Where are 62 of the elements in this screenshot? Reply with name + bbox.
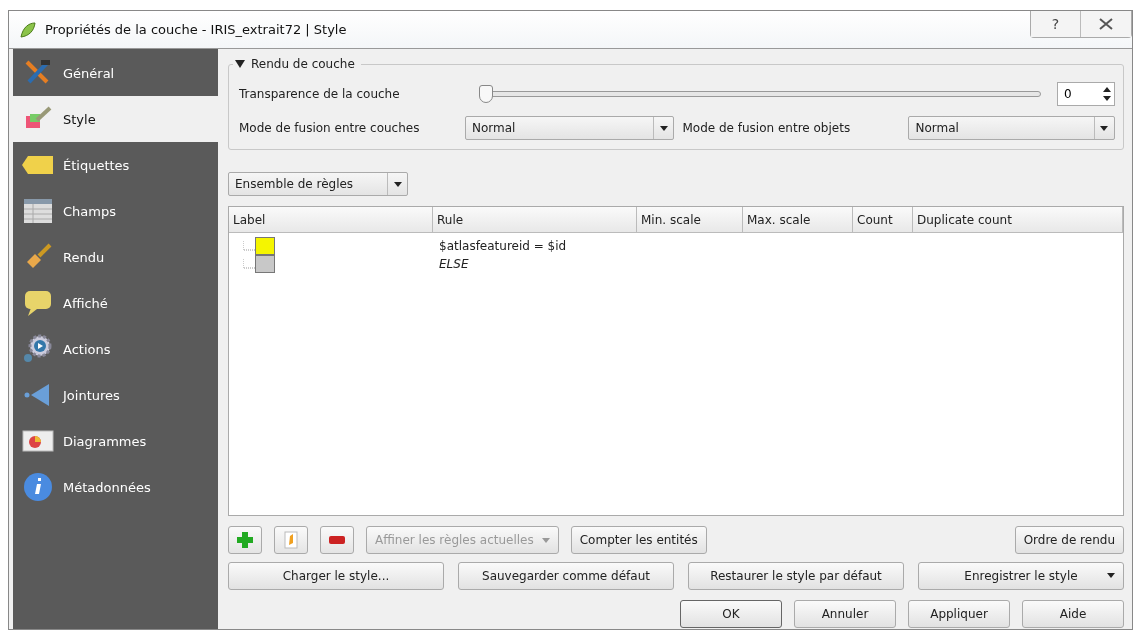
dropdown[interactable]: Normal bbox=[908, 116, 1115, 140]
sidebar-item[interactable]: Métadonnées bbox=[13, 464, 218, 510]
color-swatch[interactable] bbox=[255, 255, 275, 273]
edit-button[interactable] bbox=[274, 526, 308, 554]
window-title: Propriétés de la couche - IRIS_extrait72 | Style bbox=[45, 22, 347, 37]
sidebar-item[interactable]: Actions bbox=[13, 326, 218, 372]
close-icon[interactable] bbox=[1099, 18, 1113, 30]
tag-icon bbox=[21, 155, 55, 175]
dropdown[interactable]: Normal bbox=[465, 116, 675, 140]
tree-line-icon bbox=[243, 259, 255, 269]
column-header[interactable]: Rule bbox=[433, 207, 637, 232]
caret-icon bbox=[1100, 125, 1109, 131]
pencil-icon bbox=[284, 531, 298, 549]
column-header[interactable]: Count bbox=[853, 207, 913, 232]
info-icon bbox=[21, 472, 55, 502]
count-features-button[interactable]: Compter les entités bbox=[570, 526, 707, 554]
sidebar-item[interactable]: Affiché bbox=[13, 280, 218, 326]
caret-icon bbox=[1107, 573, 1115, 578]
style-button[interactable]: Sauvegarder comme défaut bbox=[458, 562, 674, 590]
dialog-button[interactable]: OK bbox=[680, 600, 782, 628]
minus-icon bbox=[329, 536, 345, 544]
dialog-button[interactable]: Annuler bbox=[794, 600, 896, 628]
render-order-button[interactable]: Ordre de rendu bbox=[1014, 526, 1124, 554]
chart-icon bbox=[21, 430, 55, 452]
caret-icon bbox=[659, 125, 668, 131]
field-label: Transparence de la couche bbox=[239, 87, 401, 101]
rule-cell-text: $atlasfeatureid = $id bbox=[438, 239, 567, 253]
column-header[interactable]: Max. scale bbox=[743, 207, 853, 232]
sidebar-item[interactable]: Rendu bbox=[13, 234, 218, 280]
dropdown[interactable]: Ensemble de règles bbox=[228, 172, 408, 196]
caret-icon bbox=[541, 537, 550, 543]
leaf-icon bbox=[19, 20, 37, 39]
remove-button[interactable] bbox=[320, 526, 354, 554]
table-icon bbox=[21, 198, 55, 224]
collapse-icon[interactable] bbox=[235, 60, 245, 68]
field-label: Mode de fusion entre couches bbox=[239, 121, 421, 135]
sidebar-item[interactable]: Jointures bbox=[13, 372, 218, 418]
plus-icon bbox=[237, 532, 253, 548]
field-label: Mode de fusion entre objets bbox=[682, 121, 852, 135]
style-button[interactable]: Charger le style... bbox=[228, 562, 444, 590]
style-button[interactable]: Restaurer le style par défaut bbox=[688, 562, 904, 590]
sidebar-item[interactable]: Diagrammes bbox=[13, 418, 218, 464]
rule-cell-text: ELSE bbox=[438, 257, 469, 271]
column-header[interactable]: Min. scale bbox=[637, 207, 743, 232]
slider-thumb[interactable] bbox=[479, 85, 493, 103]
sidebar-item[interactable]: Général bbox=[13, 50, 218, 96]
sidebar-item[interactable]: Étiquettes bbox=[13, 142, 218, 188]
tree-line-icon bbox=[243, 241, 255, 251]
group-title: Rendu de couche bbox=[251, 57, 355, 71]
spin-box[interactable]: 0 bbox=[1057, 82, 1115, 106]
column-header[interactable]: Duplicate count bbox=[913, 207, 1123, 232]
help-button[interactable]: ? bbox=[1031, 11, 1081, 37]
dialog-button[interactable]: Aide bbox=[1022, 600, 1124, 628]
slider[interactable] bbox=[479, 84, 1041, 104]
column-header[interactable]: Label bbox=[229, 207, 433, 232]
sidebar-item[interactable]: Champs bbox=[13, 188, 218, 234]
color-swatch[interactable] bbox=[255, 237, 275, 255]
style-button[interactable]: Enregistrer le style bbox=[918, 562, 1124, 590]
dialog-button[interactable]: Appliquer bbox=[908, 600, 1010, 628]
add-button[interactable] bbox=[228, 526, 262, 554]
caret-icon bbox=[393, 181, 402, 187]
sidebar-item[interactable]: Style bbox=[13, 96, 218, 142]
